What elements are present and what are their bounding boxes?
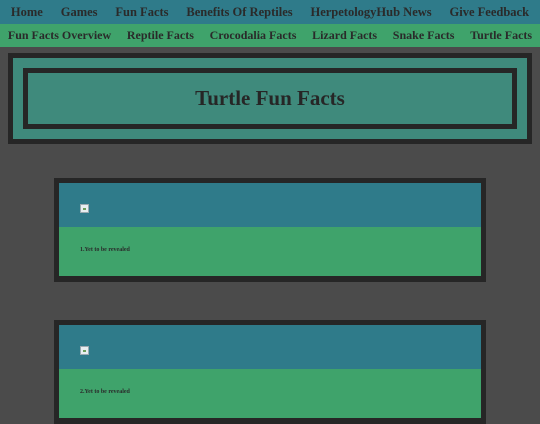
fun-facts-subnavigation: Fun Facts Overview Reptile Facts Crocoda…: [0, 24, 540, 47]
broken-image-icon: [80, 346, 89, 355]
fact-text: 2.Yet to be revealed: [80, 389, 130, 395]
nav-feedback-link[interactable]: Give Feedback: [450, 5, 530, 20]
fact-card-image-area: [59, 325, 481, 369]
fact-text: 1.Yet to be revealed: [80, 247, 130, 253]
broken-image-icon: [80, 204, 89, 213]
subnav-crocodalia-link[interactable]: Crocodalia Facts: [210, 28, 297, 43]
subnav-turtle-link[interactable]: Turtle Facts: [470, 28, 532, 43]
subnav-snake-link[interactable]: Snake Facts: [393, 28, 455, 43]
fact-card: 1.Yet to be revealed: [54, 178, 486, 282]
fact-card-text-area: 1.Yet to be revealed: [59, 227, 481, 276]
subnav-overview-link[interactable]: Fun Facts Overview: [8, 28, 111, 43]
nav-news-link[interactable]: HerpetologyHub News: [310, 5, 431, 20]
nav-games-link[interactable]: Games: [61, 5, 98, 20]
nav-divider: [0, 47, 540, 51]
banner-core: Turtle Fun Facts: [28, 73, 512, 124]
page-banner: Turtle Fun Facts: [8, 53, 532, 144]
subnav-lizard-link[interactable]: Lizard Facts: [312, 28, 377, 43]
fact-card-text-area: 2.Yet to be revealed: [59, 369, 481, 418]
nav-home-link[interactable]: Home: [11, 5, 43, 20]
fact-card-image-area: [59, 183, 481, 227]
subnav-reptile-link[interactable]: Reptile Facts: [127, 28, 194, 43]
nav-benefits-link[interactable]: Benefits Of Reptiles: [186, 5, 292, 20]
page-title: Turtle Fun Facts: [195, 86, 345, 110]
banner-outer-ring: Turtle Fun Facts: [13, 58, 527, 139]
top-navigation: Home Games Fun Facts Benefits Of Reptile…: [0, 0, 540, 24]
banner-inner-border: Turtle Fun Facts: [23, 68, 517, 129]
nav-fun-facts-link[interactable]: Fun Facts: [115, 5, 168, 20]
fact-card: 2.Yet to be revealed: [54, 320, 486, 424]
